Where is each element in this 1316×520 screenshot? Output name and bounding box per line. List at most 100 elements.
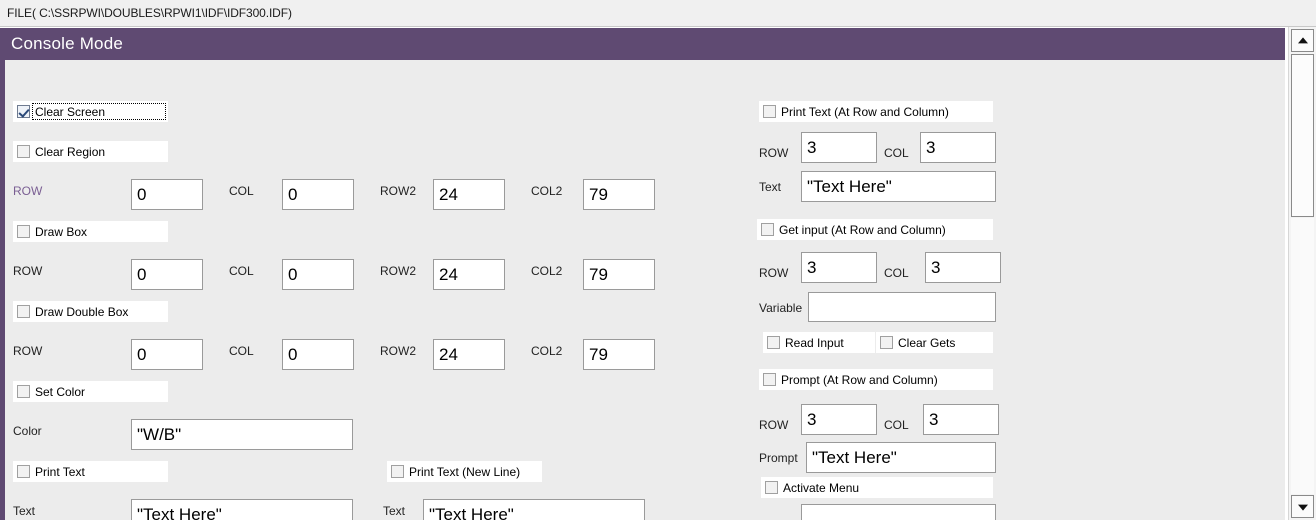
checkbox-label-get-input-at-row-column: Get input (At Row and Column) (779, 222, 946, 237)
input-draw-double-box-row2[interactable]: 24 (433, 339, 505, 370)
input-activate-menu[interactable] (801, 504, 996, 520)
label-get-input-variable: Variable (759, 301, 803, 315)
checkbox-label-clear-gets: Clear Gets (898, 335, 956, 350)
label-get-input-row: ROW (759, 266, 789, 280)
checkbox-box-draw-double-box[interactable] (17, 305, 30, 318)
checkbox-box-set-color[interactable] (17, 385, 30, 398)
input-draw-double-box-col[interactable]: 0 (282, 339, 354, 370)
input-get-input-col[interactable]: 3 (925, 252, 1001, 283)
input-print-text-at-row[interactable]: 3 (801, 132, 877, 163)
checkbox-box-clear-screen[interactable] (17, 105, 30, 118)
form-panel: Clear Screen Clear Region ROW 0 COL 0 RO… (5, 60, 1285, 520)
input-draw-box-col2[interactable]: 79 (583, 259, 655, 290)
label-draw-double-box-row: ROW (13, 344, 43, 358)
checkbox-clear-gets[interactable]: Clear Gets (876, 332, 993, 353)
checkbox-label-draw-double-box: Draw Double Box (35, 304, 129, 319)
checkbox-print-text[interactable]: Print Text (13, 461, 168, 482)
label-prompt-col: COL (884, 418, 909, 432)
input-clear-region-row2[interactable]: 24 (433, 179, 505, 210)
checkbox-label-print-text-at-row-column: Print Text (At Row and Column) (781, 104, 949, 119)
input-get-input-row[interactable]: 3 (801, 252, 877, 283)
label-draw-double-box-col2: COL2 (531, 344, 563, 358)
checkbox-box-print-text[interactable] (17, 465, 30, 478)
checkbox-label-draw-box: Draw Box (35, 224, 88, 239)
input-print-text-at-text[interactable]: "Text Here" (801, 171, 996, 202)
checkbox-set-color[interactable]: Set Color (13, 381, 168, 402)
input-clear-region-col2[interactable]: 79 (583, 179, 655, 210)
checkbox-box-prompt-at-row-column[interactable] (763, 373, 776, 386)
checkbox-box-print-text-new-line[interactable] (391, 465, 404, 478)
checkbox-clear-screen[interactable]: Clear Screen (13, 101, 168, 122)
checkbox-box-clear-region[interactable] (17, 145, 30, 158)
label-clear-region-col: COL (229, 184, 254, 198)
checkbox-clear-region[interactable]: Clear Region (13, 141, 168, 162)
input-print-text[interactable]: "Text Here" (131, 499, 353, 520)
checkbox-label-print-text: Print Text (35, 464, 85, 479)
input-draw-box-row2[interactable]: 24 (433, 259, 505, 290)
input-prompt-col[interactable]: 3 (923, 404, 999, 435)
label-clear-region-row2: ROW2 (380, 184, 416, 198)
input-color[interactable]: "W/B" (131, 419, 353, 450)
checkbox-draw-box[interactable]: Draw Box (13, 221, 168, 242)
input-draw-box-col[interactable]: 0 (282, 259, 354, 290)
label-print-text-at-row: ROW (759, 146, 789, 160)
label-print-text-at-text: Text (759, 180, 782, 194)
label-prompt-row: ROW (759, 418, 789, 432)
checkbox-box-draw-box[interactable] (17, 225, 30, 238)
label-draw-box-row2: ROW2 (380, 264, 416, 278)
checkbox-label-clear-region: Clear Region (35, 144, 106, 159)
input-prompt-row[interactable]: 3 (801, 404, 877, 435)
scroll-down-button[interactable] (1291, 495, 1314, 518)
checkbox-label-prompt-at-row-column: Prompt (At Row and Column) (781, 372, 938, 387)
label-draw-double-box-col: COL (229, 344, 254, 358)
label-get-input-col: COL (884, 266, 909, 280)
checkbox-label-print-text-new-line: Print Text (New Line) (409, 464, 521, 479)
input-prompt-text[interactable]: "Text Here" (806, 442, 996, 473)
checkbox-draw-double-box[interactable]: Draw Double Box (13, 301, 168, 322)
page-title: Console Mode (11, 34, 124, 53)
checkbox-label-read-input: Read Input (785, 335, 844, 350)
scrollbar-track[interactable] (1291, 218, 1314, 494)
input-print-text-new-line[interactable]: "Text Here" (423, 499, 645, 520)
label-draw-double-box-row2: ROW2 (380, 344, 416, 358)
scrollbar-thumb[interactable] (1291, 54, 1314, 217)
checkbox-prompt-at-row-column[interactable]: Prompt (At Row and Column) (759, 369, 993, 390)
label-print-text-at-col: COL (884, 146, 909, 160)
checkbox-label-set-color: Set Color (35, 384, 86, 399)
checkbox-get-input-at-row-column[interactable]: Get input (At Row and Column) (757, 219, 993, 240)
input-get-input-variable[interactable] (808, 292, 996, 322)
scroll-up-button[interactable] (1291, 29, 1314, 52)
input-draw-double-box-col2[interactable]: 79 (583, 339, 655, 370)
checkbox-activate-menu[interactable]: Activate Menu (761, 477, 993, 498)
console-mode-window: Console Mode Clear Screen Clear Region R… (0, 27, 1316, 520)
checkbox-box-read-input[interactable] (767, 336, 780, 349)
checkbox-read-input[interactable]: Read Input (763, 332, 875, 353)
checkbox-box-clear-gets[interactable] (880, 336, 893, 349)
checkbox-box-get-input-at-row-column[interactable] (761, 223, 774, 236)
input-draw-double-box-row[interactable]: 0 (131, 339, 203, 370)
label-prompt-text: Prompt (759, 451, 798, 465)
label-color: Color (13, 424, 42, 438)
triangle-up-icon (1297, 36, 1308, 43)
label-print-text-new-line: Text (383, 504, 406, 518)
file-path-bar: FILE( C:\SSRPWI\DOUBLES\RPWI1\IDF\IDF300… (0, 0, 1316, 27)
checkbox-box-print-text-at-row-column[interactable] (763, 105, 776, 118)
input-clear-region-row[interactable]: 0 (131, 179, 203, 210)
checkbox-print-text-new-line[interactable]: Print Text (New Line) (387, 461, 542, 482)
window-header-bar: Console Mode (0, 28, 1285, 60)
input-print-text-at-col[interactable]: 3 (920, 132, 996, 163)
checkbox-print-text-at-row-column[interactable]: Print Text (At Row and Column) (759, 101, 993, 122)
label-draw-box-col: COL (229, 264, 254, 278)
file-path-text: FILE( C:\SSRPWI\DOUBLES\RPWI1\IDF\IDF300… (7, 6, 292, 20)
input-clear-region-col[interactable]: 0 (282, 179, 354, 210)
triangle-down-icon (1297, 504, 1308, 511)
label-clear-region-col2: COL2 (531, 184, 563, 198)
input-draw-box-row[interactable]: 0 (131, 259, 203, 290)
label-draw-box-col2: COL2 (531, 264, 563, 278)
label-draw-box-row: ROW (13, 264, 43, 278)
label-print-text: Text (13, 504, 36, 518)
vertical-scrollbar[interactable] (1288, 27, 1316, 520)
checkbox-box-activate-menu[interactable] (765, 481, 778, 494)
checkbox-label-clear-screen: Clear Screen (35, 104, 106, 119)
checkbox-label-activate-menu: Activate Menu (783, 480, 860, 495)
